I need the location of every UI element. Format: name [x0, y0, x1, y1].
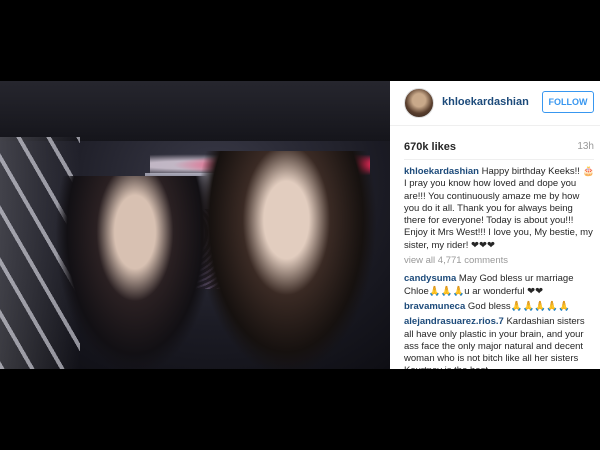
post-header: khloekardashian FOLLOW — [390, 81, 600, 126]
comments-list: khloekardashian Happy birthday Keeks!! 🎂… — [404, 166, 596, 369]
comment-item: alejandrasuarez.rios.7 Kardashian sister… — [404, 316, 596, 369]
post-photo[interactable] — [0, 81, 390, 369]
venue-ceiling — [0, 81, 390, 141]
comment-username[interactable]: candysuma — [404, 273, 456, 284]
caption-username[interactable]: khloekardashian — [404, 166, 479, 177]
comment-username[interactable]: alejandrasuarez.rios.7 — [404, 316, 504, 327]
likes-count[interactable]: 670k likes — [404, 141, 456, 153]
username-link[interactable]: khloekardashian — [442, 96, 529, 108]
person-right — [200, 151, 380, 369]
post-sidebar: khloekardashian FOLLOW 670k likes 13h kh… — [390, 81, 600, 369]
person-left — [55, 176, 215, 369]
follow-button[interactable]: FOLLOW — [542, 91, 594, 113]
comment-item: candysuma May God bless ur marriage Chlo… — [404, 273, 596, 298]
comment-username[interactable]: bravamuneca — [404, 301, 465, 312]
instagram-embed: khloekardashian FOLLOW 670k likes 13h kh… — [0, 81, 600, 369]
caption-text: Happy birthday Keeks!! 🎂 I pray you know… — [404, 166, 595, 251]
profile-avatar[interactable] — [404, 88, 434, 118]
post-time: 13h — [577, 141, 594, 152]
caption: khloekardashian Happy birthday Keeks!! 🎂… — [404, 166, 596, 252]
view-all-comments-link[interactable]: view all 4,771 comments — [404, 255, 596, 267]
divider — [404, 159, 594, 160]
comment-text: God bless🙏🙏🙏🙏🙏 — [467, 300, 570, 312]
comment-item: bravamuneca God bless🙏🙏🙏🙏🙏 — [404, 301, 596, 313]
